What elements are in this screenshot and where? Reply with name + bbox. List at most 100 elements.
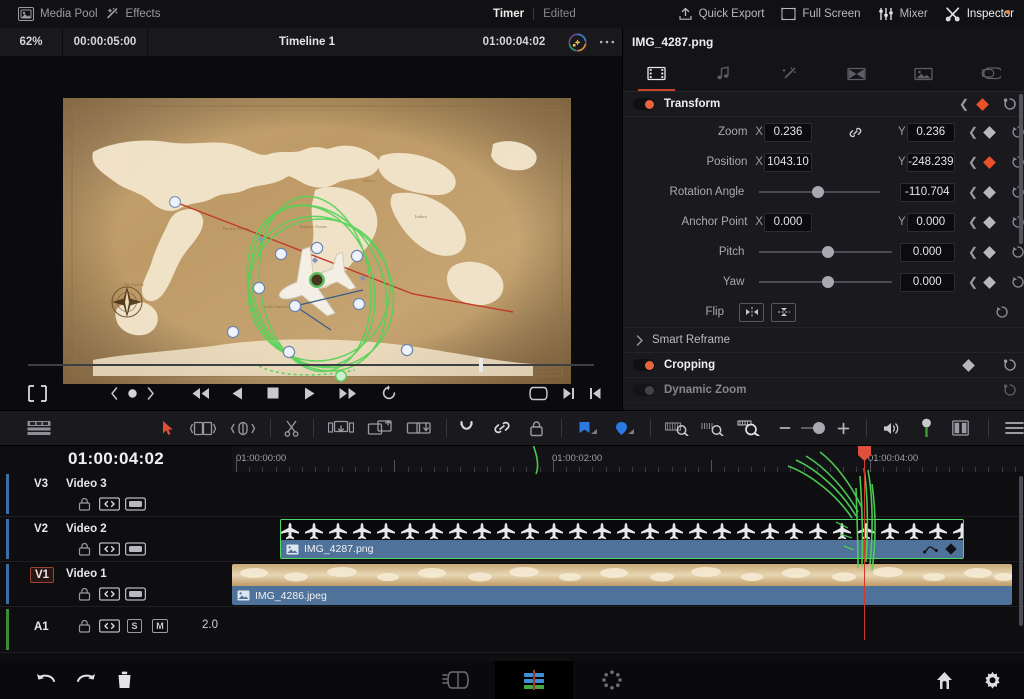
viewer-canvas[interactable]: Pacific Ocean Atlantic Ocean The Pacific… xyxy=(63,98,571,384)
zoom-prev-keyframe-icon[interactable]: ❮ xyxy=(968,126,978,138)
yaw-slider[interactable] xyxy=(759,276,892,288)
clip-label-bar-v2[interactable]: IMG_4287.png xyxy=(281,540,963,558)
clip-label-bar-v1[interactable]: IMG_4286.jpeg xyxy=(232,586,1012,605)
insert-clip-button[interactable] xyxy=(327,420,354,436)
audio-level-button[interactable] xyxy=(883,421,901,436)
viewer-options-button[interactable] xyxy=(592,39,622,45)
track-number-a1[interactable]: A1 xyxy=(34,621,49,633)
timeline-playhead[interactable] xyxy=(858,446,871,640)
effects-button[interactable]: Effects xyxy=(104,7,161,21)
track-auto-select-button-v1[interactable] xyxy=(99,587,120,601)
track-auto-select-button-a1[interactable] xyxy=(99,619,120,633)
zoom-in-button[interactable] xyxy=(837,422,850,435)
anchor-point-y-field[interactable]: 0.000 xyxy=(906,212,955,232)
transform-keyframe-diamond[interactable] xyxy=(976,97,989,111)
quick-export-button[interactable]: Quick Export xyxy=(678,7,764,21)
section-header-dynamic-zoom[interactable]: Dynamic Zoom xyxy=(623,378,1024,403)
viewer-duration-timecode[interactable]: 00:00:05:00 xyxy=(63,36,147,48)
timeline-track-lanes[interactable]: IMG_4287.png IMG_4286.jpeg xyxy=(232,472,1024,653)
track-name-v2[interactable]: Video 2 xyxy=(66,523,107,535)
loop-button[interactable] xyxy=(381,385,397,401)
track-lane-v3[interactable] xyxy=(232,472,1024,517)
section-header-smart-reframe[interactable]: Smart Reframe xyxy=(623,327,1024,353)
pitch-slider-knob[interactable] xyxy=(821,246,834,258)
timeline-clip-img-4287[interactable]: IMG_4287.png xyxy=(280,519,964,559)
cut-page-tab[interactable] xyxy=(417,661,495,699)
media-pool-button[interactable]: Media Pool xyxy=(18,7,98,21)
dynamic-zoom-enable-toggle[interactable] xyxy=(633,384,655,396)
flip-reset-icon[interactable] xyxy=(995,305,1009,319)
dynamic-zoom-reset-icon[interactable] xyxy=(1003,383,1017,397)
timeline-view-options-button[interactable] xyxy=(27,420,51,436)
timeline-current-timecode[interactable]: 01:00:04:02 xyxy=(0,446,232,472)
track-lock-button-v2[interactable] xyxy=(78,542,91,556)
viewer-in-out-button[interactable] xyxy=(28,384,47,402)
position-keyframe-diamond[interactable] xyxy=(983,155,996,169)
redo-button[interactable] xyxy=(76,672,96,689)
anchor-point-x-field[interactable]: 0.000 xyxy=(763,212,813,232)
viewer-scrubber-track[interactable] xyxy=(28,364,594,366)
track-header-v1[interactable]: V1 Video 1 xyxy=(0,562,232,607)
position-x-field[interactable]: 1043.10 xyxy=(763,152,813,172)
anchor-point-prev-keyframe-icon[interactable]: ❮ xyxy=(968,216,978,228)
inspector-tab-file[interactable] xyxy=(957,56,1024,91)
zoom-y-field[interactable]: 0.236 xyxy=(906,122,955,142)
rotation-angle-slider-knob[interactable] xyxy=(812,186,825,198)
rotation-angle-keyframe-diamond[interactable] xyxy=(983,185,996,199)
yaw-keyframe-diamond[interactable] xyxy=(983,275,996,289)
stop-button[interactable] xyxy=(266,386,280,400)
zoom-detail-button[interactable] xyxy=(701,420,725,436)
rotation-angle-field[interactable]: -110.704 xyxy=(899,182,955,202)
position-y-field[interactable]: -248.239 xyxy=(906,152,955,172)
zoom-slider-knob[interactable] xyxy=(813,422,826,434)
prev-clip-button[interactable] xyxy=(589,386,602,401)
viewer-current-timecode[interactable]: 01:00:04:02 xyxy=(466,36,562,48)
timeline-vertical-scrollbar[interactable] xyxy=(1019,476,1023,626)
track-number-v1[interactable]: V1 xyxy=(30,567,55,583)
home-button[interactable] xyxy=(936,671,953,690)
replace-clip-button[interactable] xyxy=(406,420,432,436)
pitch-reset-icon[interactable] xyxy=(1011,245,1024,259)
rotation-angle-prev-keyframe-icon[interactable]: ❮ xyxy=(968,186,978,198)
add-keyframe-button[interactable] xyxy=(126,387,139,400)
fit-frame-button[interactable] xyxy=(529,386,548,401)
snapping-button[interactable] xyxy=(459,420,474,437)
transform-enable-toggle[interactable] xyxy=(633,98,655,110)
yaw-field[interactable]: 0.000 xyxy=(899,272,955,292)
cropping-enable-toggle[interactable] xyxy=(633,359,655,371)
track-name-v1[interactable]: Video 1 xyxy=(66,568,107,580)
track-header-v3[interactable]: V3 Video 3 xyxy=(0,472,232,517)
inspector-button[interactable]: Inspector xyxy=(945,6,1014,22)
inspector-tab-image[interactable] xyxy=(890,56,957,91)
zoom-custom-button[interactable] xyxy=(737,420,763,436)
next-keyframe-button[interactable] xyxy=(146,386,155,400)
inspector-tab-effects[interactable] xyxy=(757,56,824,91)
lock-track-button[interactable] xyxy=(529,420,544,437)
yaw-reset-icon[interactable] xyxy=(1011,275,1024,289)
zoom-out-button[interactable] xyxy=(779,422,791,434)
play-forward-button[interactable] xyxy=(303,386,316,401)
track-lane-a1[interactable] xyxy=(232,607,1024,653)
section-header-cropping[interactable]: Cropping xyxy=(623,353,1024,378)
jump-to-end-button[interactable] xyxy=(338,386,358,401)
trim-edit-tool-button[interactable] xyxy=(190,421,216,436)
timeline-ruler[interactable]: 01:00:00:00 01:00:02:00 01:00:04:00 xyxy=(232,446,1024,472)
rotation-angle-slider[interactable] xyxy=(759,186,880,198)
flip-horizontal-icon[interactable] xyxy=(739,302,764,322)
position-prev-keyframe-icon[interactable]: ❮ xyxy=(968,156,978,168)
pitch-keyframe-diamond[interactable] xyxy=(983,245,996,259)
zoom-link-icon[interactable] xyxy=(848,125,863,140)
mixer-button[interactable]: Mixer xyxy=(878,7,928,21)
selection-tool-button[interactable] xyxy=(162,420,174,436)
marker-button[interactable] xyxy=(615,421,634,436)
undo-button[interactable] xyxy=(36,672,56,689)
pitch-slider[interactable] xyxy=(759,246,892,258)
transform-reset-icon[interactable] xyxy=(1003,97,1017,111)
track-lane-v2[interactable]: IMG_4287.png xyxy=(232,517,1024,562)
track-lock-button-v1[interactable] xyxy=(78,587,91,601)
track-lock-button-a1[interactable] xyxy=(78,619,91,633)
track-solo-button-a1[interactable]: S xyxy=(127,619,142,633)
track-header-v2[interactable]: V2 Video 2 xyxy=(0,517,232,562)
viewer-color-button[interactable] xyxy=(562,32,592,52)
yaw-slider-knob[interactable] xyxy=(821,276,834,288)
